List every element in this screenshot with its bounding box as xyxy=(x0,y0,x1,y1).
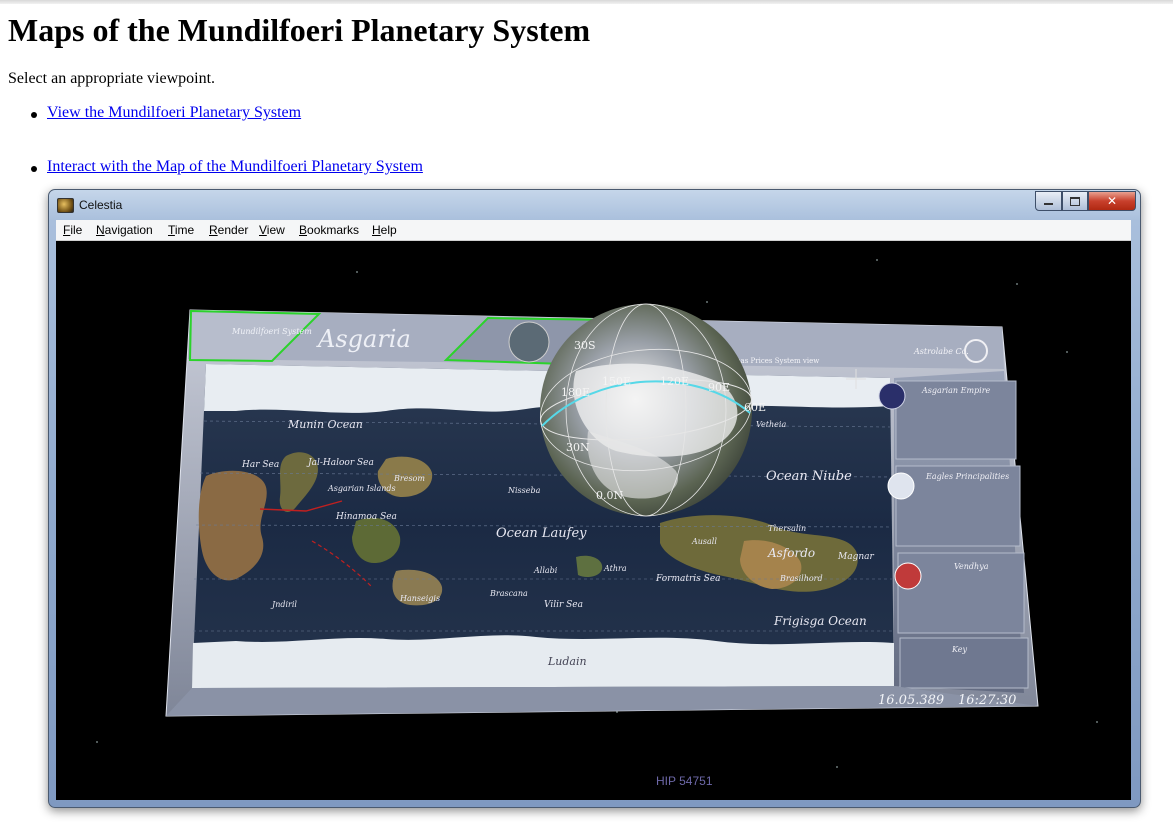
map-label: Magnar xyxy=(837,552,875,562)
map-label: Brasilhord xyxy=(779,574,823,583)
svg-text:Asgarian Empire: Asgarian Empire xyxy=(921,386,991,395)
map-label: Ocean Laufey xyxy=(496,526,587,541)
date-readout: 16.05.389 xyxy=(878,693,944,708)
asgarian-emblem-icon xyxy=(878,382,906,410)
menu-view[interactable]: View xyxy=(259,223,285,237)
scene-render: Munin Ocean Har Sea Jal-Haloor Sea Asgar… xyxy=(165,303,1039,717)
time-readout: 16:27:30 xyxy=(958,693,1016,708)
map-label: Formatris Sea xyxy=(655,574,721,584)
brand-name: Astrolabe Co. xyxy=(913,347,969,356)
map-label: Ausall xyxy=(691,537,717,546)
map-label: Munin Ocean xyxy=(287,418,363,431)
logo-text: Mundilfoeri System xyxy=(231,327,312,336)
list-item: Interact with the Map of the Mundilfoeri… xyxy=(30,158,423,176)
close-button[interactable]: ✕ xyxy=(1088,191,1136,211)
map-label: Allabi xyxy=(533,566,558,575)
map-label: Asfordo xyxy=(767,546,815,560)
map-label: Vetheia xyxy=(756,420,786,429)
menu-bookmarks[interactable]: Bookmarks xyxy=(299,223,359,237)
close-icon: ✕ xyxy=(1106,194,1118,208)
view-system-link[interactable]: View the Mundilfoeri Planetary System xyxy=(47,104,301,121)
maximize-icon xyxy=(1070,196,1080,206)
celestia-app-icon xyxy=(57,198,74,213)
map-label: Har Sea xyxy=(241,460,279,470)
map-label: Hinamoa Sea xyxy=(335,512,397,522)
map-label: Jndiril xyxy=(270,600,297,609)
svg-text:90E: 90E xyxy=(708,381,730,394)
window-titlebar[interactable]: Celestia ✕ xyxy=(49,190,1140,218)
svg-text:120E: 120E xyxy=(660,375,689,388)
map-label: Frigisga Ocean xyxy=(773,614,867,628)
map-label: Ocean Niube xyxy=(766,469,852,484)
window-title: Celestia xyxy=(79,198,123,212)
faction-asgarian: Asgarian Empire xyxy=(878,380,1017,460)
list-item: View the Mundilfoeri Planetary System xyxy=(30,104,301,122)
vendhya-emblem-icon xyxy=(894,562,922,590)
menu-help[interactable]: Help xyxy=(372,223,397,237)
menu-time[interactable]: Time xyxy=(168,223,194,237)
minimize-icon xyxy=(1044,203,1053,205)
menu-bar: File Navigation Time Render View Bookmar… xyxy=(56,220,1131,241)
planet-name: Asgaria xyxy=(316,325,411,353)
svg-text:60E: 60E xyxy=(744,401,766,414)
map-label: Bresom xyxy=(393,474,425,483)
svg-text:180E: 180E xyxy=(561,386,590,399)
map-label: Nisseba xyxy=(507,486,541,495)
star-label: HIP 54751 xyxy=(656,774,713,788)
mini-globe-icon xyxy=(508,321,550,363)
svg-text:30S: 30S xyxy=(574,339,596,352)
intro-text: Select an appropriate viewpoint. xyxy=(8,70,216,87)
celestia-window: Celestia ✕ File Navigation Time Render V… xyxy=(48,189,1141,808)
map-label: Ludain xyxy=(547,655,587,668)
caption-buttons: ✕ xyxy=(1035,191,1136,211)
map-label: Thersalin xyxy=(768,524,806,533)
svg-text:Vendhya: Vendhya xyxy=(954,562,989,571)
map-label: Hanseigis xyxy=(399,594,440,603)
faction-eagles: Eagles Principalities xyxy=(887,465,1021,547)
map-label: Jal-Haloor Sea xyxy=(306,458,374,468)
map-label: Athra xyxy=(603,564,627,573)
svg-text:Key: Key xyxy=(951,645,967,654)
svg-text:30N: 30N xyxy=(566,441,590,454)
page-title: Maps of the Mundilfoeri Planetary System xyxy=(8,12,591,48)
map-label: Vilir Sea xyxy=(544,600,583,610)
browser-top-edge xyxy=(0,0,1173,4)
eagle-emblem-icon xyxy=(887,472,915,500)
celestia-viewport[interactable]: Munin Ocean Har Sea Jal-Haloor Sea Asgar… xyxy=(56,241,1131,800)
menu-navigation[interactable]: Navigation xyxy=(96,223,153,237)
svg-text:150E: 150E xyxy=(602,375,631,388)
faction-vendhya: Vendhya xyxy=(894,552,1025,634)
menu-render[interactable]: Render xyxy=(209,223,248,237)
menu-file[interactable]: File xyxy=(63,223,82,237)
interact-map-link[interactable]: Interact with the Map of the Mundilfoeri… xyxy=(47,158,423,175)
svg-text:Eagles Principalities: Eagles Principalities xyxy=(925,472,1009,481)
maximize-button[interactable] xyxy=(1062,191,1088,211)
svg-text:0.0N: 0.0N xyxy=(596,489,623,502)
minimize-button[interactable] xyxy=(1035,191,1062,211)
map-key: Key xyxy=(899,637,1029,689)
map-label: Asgarian Islands xyxy=(327,484,396,493)
map-label: Brascana xyxy=(489,589,528,598)
